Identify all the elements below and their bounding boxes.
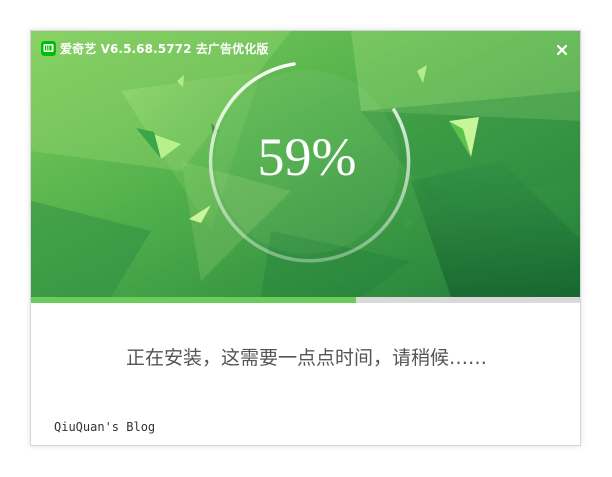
close-icon xyxy=(556,44,568,56)
close-button[interactable] xyxy=(551,39,573,61)
installer-window: 爱奇艺 V6.5.68.5772 去广告优化版 59% 正在安装，这需要一点点时… xyxy=(30,30,581,446)
footer-credit: QiuQuan's Blog xyxy=(54,420,156,434)
window-title: 爱奇艺 V6.5.68.5772 去广告优化版 xyxy=(60,42,269,56)
progress-percent: 59% xyxy=(257,127,357,187)
progress-bar-fill xyxy=(31,297,356,303)
iqiyi-logo-icon xyxy=(41,41,56,56)
install-status-text: 正在安装，这需要一点点时间，请稍候…… xyxy=(125,347,487,369)
installer-banner: 爱奇艺 V6.5.68.5772 去广告优化版 59% xyxy=(31,31,580,297)
progress-bar xyxy=(31,297,580,303)
title-bar: 爱奇艺 V6.5.68.5772 去广告优化版 xyxy=(31,31,580,67)
